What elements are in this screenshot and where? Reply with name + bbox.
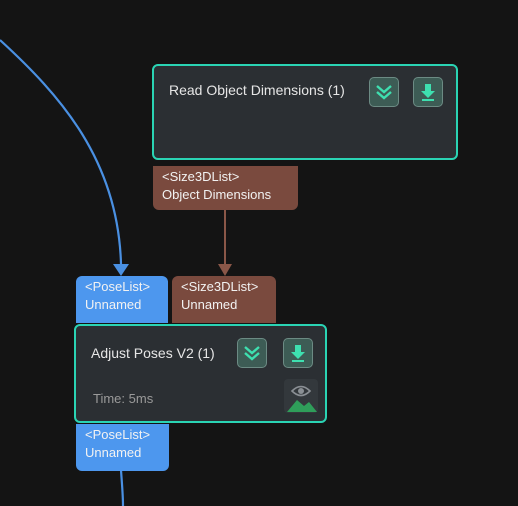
port-type: <PoseList>: [85, 279, 151, 294]
object-dimensions-output-port[interactable]: <Size3DList> Object Dimensions: [153, 166, 298, 210]
download-arrow-icon: [291, 345, 305, 362]
eye-landscape-icon: [287, 385, 317, 412]
node-title: Read Object Dimensions (1): [169, 82, 345, 98]
collapse-button[interactable]: [369, 77, 399, 107]
port-type: <Size3DList>: [181, 279, 259, 294]
port-type: <Size3DList>: [162, 169, 240, 184]
port-name: Unnamed: [85, 445, 142, 460]
port-name: Unnamed: [181, 297, 238, 312]
poselist-input-port[interactable]: <PoseList> Unnamed: [76, 276, 168, 323]
read-object-dimensions-node[interactable]: Read Object Dimensions (1): [152, 64, 458, 160]
port-type: <PoseList>: [85, 427, 151, 442]
download-arrow-icon: [421, 84, 435, 101]
adjust-poses-node[interactable]: Adjust Poses V2 (1) Time: 5ms: [74, 324, 327, 423]
debug-output-button[interactable]: [413, 77, 443, 107]
double-chevron-down-icon: [376, 85, 392, 100]
pose-connection-arrowhead: [113, 264, 129, 276]
output-connection-line: [119, 469, 125, 506]
visualize-button[interactable]: [284, 379, 318, 413]
node-title: Adjust Poses V2 (1): [91, 345, 215, 361]
debug-output-button[interactable]: [283, 338, 313, 368]
port-name: Object Dimensions: [162, 187, 272, 202]
pose-connection-line: [0, 39, 123, 265]
double-chevron-down-icon: [244, 346, 260, 361]
collapse-button[interactable]: [237, 338, 267, 368]
poselist-output-port[interactable]: <PoseList> Unnamed: [76, 424, 169, 471]
size-connection-arrowhead: [218, 264, 232, 276]
size3dlist-input-port[interactable]: <Size3DList> Unnamed: [172, 276, 276, 323]
port-name: Unnamed: [85, 297, 142, 312]
execution-time: Time: 5ms: [93, 391, 154, 406]
